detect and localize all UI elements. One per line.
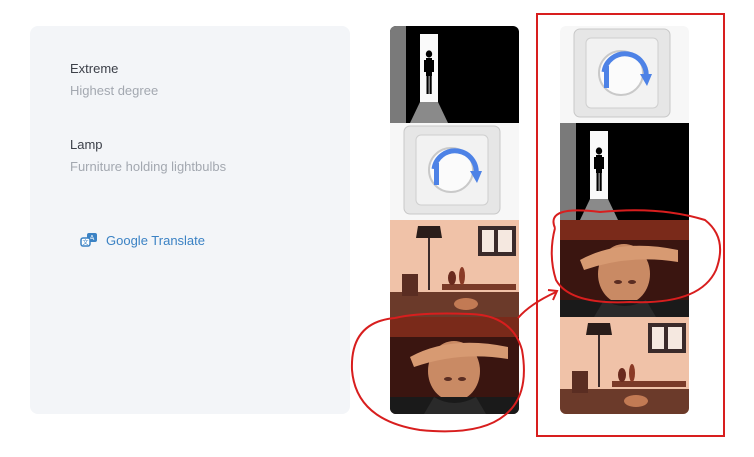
google-translate-link[interactable]: A 文 Google Translate <box>80 232 205 248</box>
man-shielding-eyes-image[interactable] <box>560 220 689 317</box>
image-column-right <box>560 26 689 414</box>
image-column-left <box>390 26 519 414</box>
definition-description: Highest degree <box>70 83 159 98</box>
google-translate-label: Google Translate <box>106 232 206 248</box>
definition-lamp: Lamp Furniture holding lightbulbs <box>70 137 226 174</box>
arrow-icon <box>517 291 557 319</box>
svg-text:文: 文 <box>82 239 88 247</box>
door-silhouette-image[interactable] <box>390 26 519 123</box>
definition-extreme: Extreme Highest degree <box>70 61 158 98</box>
definition-description: Furniture holding lightbulbs <box>70 159 227 174</box>
room-lamp-image[interactable] <box>390 220 519 317</box>
man-shielding-eyes-image[interactable] <box>390 317 519 414</box>
translate-icon: A 文 <box>80 233 97 247</box>
definitions-panel: Extreme Highest degree Lamp Furniture ho… <box>30 26 350 414</box>
dimmer-switch-image[interactable] <box>390 123 519 220</box>
definition-title: Extreme <box>70 61 119 76</box>
definition-title: Lamp <box>70 137 103 152</box>
dimmer-switch-image[interactable] <box>560 26 689 123</box>
room-lamp-image[interactable] <box>560 317 689 414</box>
door-silhouette-image[interactable] <box>560 123 689 220</box>
